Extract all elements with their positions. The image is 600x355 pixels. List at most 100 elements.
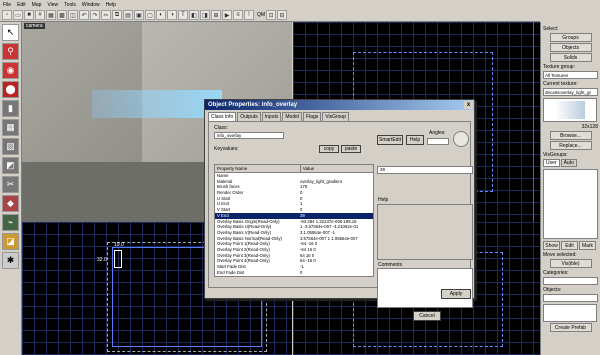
redo-icon[interactable]: ↷ xyxy=(90,10,100,20)
categories-select[interactable] xyxy=(543,277,598,285)
angles-input[interactable] xyxy=(427,138,449,145)
help-label: Help xyxy=(378,197,389,203)
visgroups-label: VisGroups: xyxy=(543,152,568,158)
menu-tools[interactable]: Tools xyxy=(64,2,76,8)
cancel-button[interactable]: Cancel xyxy=(413,311,441,321)
mark-button[interactable]: Mark xyxy=(579,241,596,250)
camera-tool-icon[interactable]: ◉ xyxy=(2,62,19,79)
tab-inputs[interactable]: Inputs xyxy=(261,112,282,121)
vertex-tool-icon[interactable]: ◆ xyxy=(2,195,19,212)
undo-icon[interactable]: ↶ xyxy=(79,10,89,20)
path-tool-icon[interactable]: ⌁ xyxy=(2,214,19,231)
save-icon[interactable]: ■ xyxy=(24,10,34,20)
smartedit-toggle[interactable]: SmartEdit xyxy=(377,135,403,145)
objects-button[interactable]: Objects xyxy=(549,43,592,52)
3d-grid-icon[interactable]: ◫ xyxy=(68,10,78,20)
grid-smaller-icon[interactable]: ▦ xyxy=(46,10,56,20)
group-icon[interactable]: ▣ xyxy=(134,10,144,20)
magnify-tool-icon[interactable]: ⚲ xyxy=(2,43,19,60)
paste-icon[interactable]: ▤ xyxy=(123,10,133,20)
angle-dial-icon[interactable] xyxy=(453,131,469,147)
select-label: Select: xyxy=(543,26,559,32)
col-property-name[interactable]: Property Name xyxy=(215,165,300,172)
ungroup-icon[interactable]: ▢ xyxy=(145,10,155,20)
block-tool-icon[interactable]: ▮ xyxy=(2,100,19,117)
entity-tool-icon[interactable]: ⬤ xyxy=(2,81,19,98)
solids-button[interactable]: Solids xyxy=(549,53,592,62)
tab-class-info[interactable]: Class Info xyxy=(208,112,237,121)
tab-flags[interactable]: Flags xyxy=(303,112,322,121)
texture-tool-icon[interactable]: ▦ xyxy=(2,119,19,136)
menu-edit[interactable]: Edit xyxy=(17,2,26,8)
grid-icon[interactable]: # xyxy=(35,10,45,20)
selection-tool-icon[interactable]: ↖ xyxy=(2,24,19,41)
clip-tool-icon[interactable]: ✂ xyxy=(2,176,19,193)
show-button[interactable]: Show xyxy=(543,241,560,250)
current-texture-select[interactable]: decals/overlay_light_gr xyxy=(543,88,598,96)
property-name: End Fade Dist xyxy=(217,269,245,275)
class-label: Class: xyxy=(214,125,228,131)
keyvalues-table[interactable]: Property Name Value Name Material overlay_… xyxy=(214,164,374,277)
grid-larger-icon[interactable]: ▩ xyxy=(57,10,67,20)
toggle-helpers-icon[interactable]: ⊞ xyxy=(211,10,221,20)
paste-button[interactable]: paste xyxy=(341,145,361,153)
apply-texture-icon[interactable]: ▧ xyxy=(2,138,19,155)
table-row[interactable]: End Fade Dist 0 xyxy=(215,270,373,276)
tab-model[interactable]: Model xyxy=(282,112,302,121)
visgroup-list[interactable] xyxy=(543,169,598,239)
menu-map[interactable]: Map xyxy=(32,2,42,8)
cordon-tool-icon[interactable]: ✱ xyxy=(2,252,19,269)
current-texture-label: Current texture: xyxy=(543,81,578,87)
cordon-icon[interactable]: ⊡ xyxy=(266,10,277,20)
menu-window[interactable]: Window xyxy=(82,2,100,8)
tab-outputs[interactable]: Outputs xyxy=(237,112,261,121)
show-icon[interactable]: ◑ xyxy=(167,10,177,20)
tab-auto[interactable]: Auto xyxy=(560,159,577,167)
hide-icon[interactable]: ◐ xyxy=(156,10,166,20)
check-problems-icon[interactable]: ! xyxy=(244,10,254,20)
menu-view[interactable]: View xyxy=(47,2,58,8)
size-label-a: 10.0 xyxy=(114,242,124,248)
copy-button[interactable]: copy xyxy=(319,145,339,153)
objects-label: Objects: xyxy=(543,287,562,293)
close-icon[interactable]: x xyxy=(464,101,473,109)
property-value: 0 xyxy=(299,269,303,275)
copy-icon[interactable]: ⧉ xyxy=(112,10,122,20)
comments-textarea[interactable] xyxy=(377,268,473,308)
overlay-light-gradient[interactable] xyxy=(92,90,222,118)
col-value[interactable]: Value xyxy=(299,165,373,172)
new-file-icon[interactable]: ▫ xyxy=(2,10,12,20)
dialog-tabs: Class Info Outputs Inputs Model Flags VisGrou… xyxy=(205,110,474,121)
edit-button[interactable]: Edit xyxy=(561,241,578,250)
help-button[interactable]: Help xyxy=(406,135,424,145)
quick-model-label[interactable]: QM xyxy=(257,12,265,18)
run-map-icon[interactable]: ▶ xyxy=(222,10,232,20)
menu-file[interactable]: File xyxy=(3,2,11,8)
cut-icon[interactable]: ✂ xyxy=(101,10,111,20)
angles-label: Angles: xyxy=(429,130,446,136)
entity-report-icon[interactable]: ≡ xyxy=(233,10,243,20)
tab-user[interactable]: User xyxy=(543,159,560,167)
menu-help[interactable]: Help xyxy=(106,2,116,8)
create-prefab-button[interactable]: Create Prefab xyxy=(549,323,592,332)
replace-button[interactable]: Replace... xyxy=(549,141,592,150)
class-select[interactable]: info_overlay xyxy=(214,132,284,139)
browse-button[interactable]: Browse... xyxy=(549,131,592,140)
visgroup-button[interactable]: Vis(ible) xyxy=(549,259,592,268)
selection-handles[interactable] xyxy=(114,250,122,268)
open-file-icon[interactable]: ▭ xyxy=(13,10,23,20)
texture-lock-icon[interactable]: T xyxy=(178,10,188,20)
carve-icon[interactable]: ◧ xyxy=(189,10,199,20)
overlay-tool-icon[interactable]: ◪ xyxy=(2,233,19,250)
decal-tool-icon[interactable]: ◩ xyxy=(2,157,19,174)
objects-select[interactable] xyxy=(543,294,598,302)
cordon-toggle-icon[interactable]: ⊟ xyxy=(277,10,288,20)
tab-visgroup[interactable]: VisGroup xyxy=(322,112,349,121)
apply-button[interactable]: Apply xyxy=(441,289,471,299)
texture-group-select[interactable]: All Textures xyxy=(543,71,598,79)
groups-button[interactable]: Groups xyxy=(549,33,592,42)
keyvalues-label: Keyvalues: xyxy=(214,146,239,152)
hollow-icon[interactable]: ◨ xyxy=(200,10,210,20)
dialog-titlebar[interactable]: Object Properties: info_overlay x xyxy=(205,100,474,110)
value-input[interactable]: 39 xyxy=(377,166,473,174)
